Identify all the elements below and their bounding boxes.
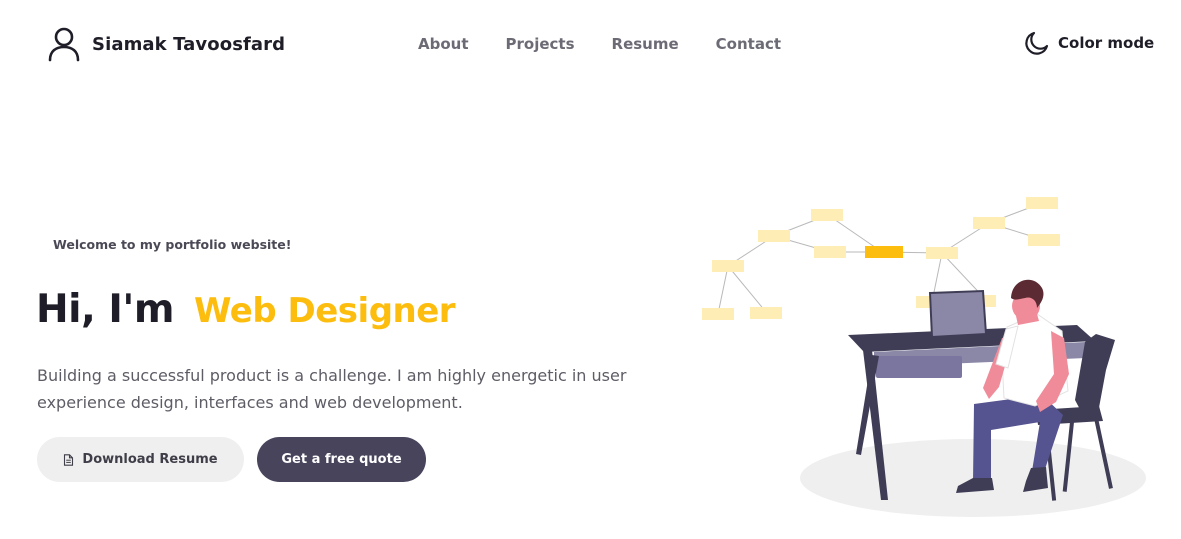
file-icon	[63, 453, 74, 466]
download-resume-button[interactable]: Download Resume	[37, 437, 244, 482]
hero-headline: Hi, I'm Web Designer	[36, 287, 456, 332]
main-nav: About Projects Resume Contact	[418, 33, 781, 55]
nav-contact[interactable]: Contact	[716, 33, 781, 55]
brand-name: Siamak Tavoosfard	[92, 33, 286, 55]
nav-resume[interactable]: Resume	[612, 33, 679, 55]
nav-about[interactable]: About	[418, 33, 469, 55]
welcome-text: Welcome to my portfolio website!	[53, 237, 292, 252]
mindmap-nodes	[702, 197, 1060, 320]
user-icon	[46, 26, 82, 62]
hero-illustration	[696, 190, 1156, 520]
mindmap-highlight-node	[865, 246, 903, 258]
nav-projects[interactable]: Projects	[506, 33, 575, 55]
color-mode-toggle[interactable]: Color mode	[1024, 30, 1154, 56]
brand-link[interactable]: Siamak Tavoosfard	[46, 26, 285, 62]
color-mode-label: Color mode	[1058, 34, 1155, 52]
role-text: Web Designer	[194, 291, 456, 331]
moon-icon	[1024, 30, 1050, 56]
free-quote-label: Get a free quote	[281, 452, 402, 467]
site-header: Siamak Tavoosfard About Projects Resume …	[0, 0, 1181, 90]
download-resume-label: Download Resume	[82, 452, 218, 467]
free-quote-button[interactable]: Get a free quote	[257, 437, 426, 482]
intro-paragraph: Building a successful product is a chall…	[37, 366, 627, 412]
greeting-text: Hi, I'm	[36, 287, 175, 332]
